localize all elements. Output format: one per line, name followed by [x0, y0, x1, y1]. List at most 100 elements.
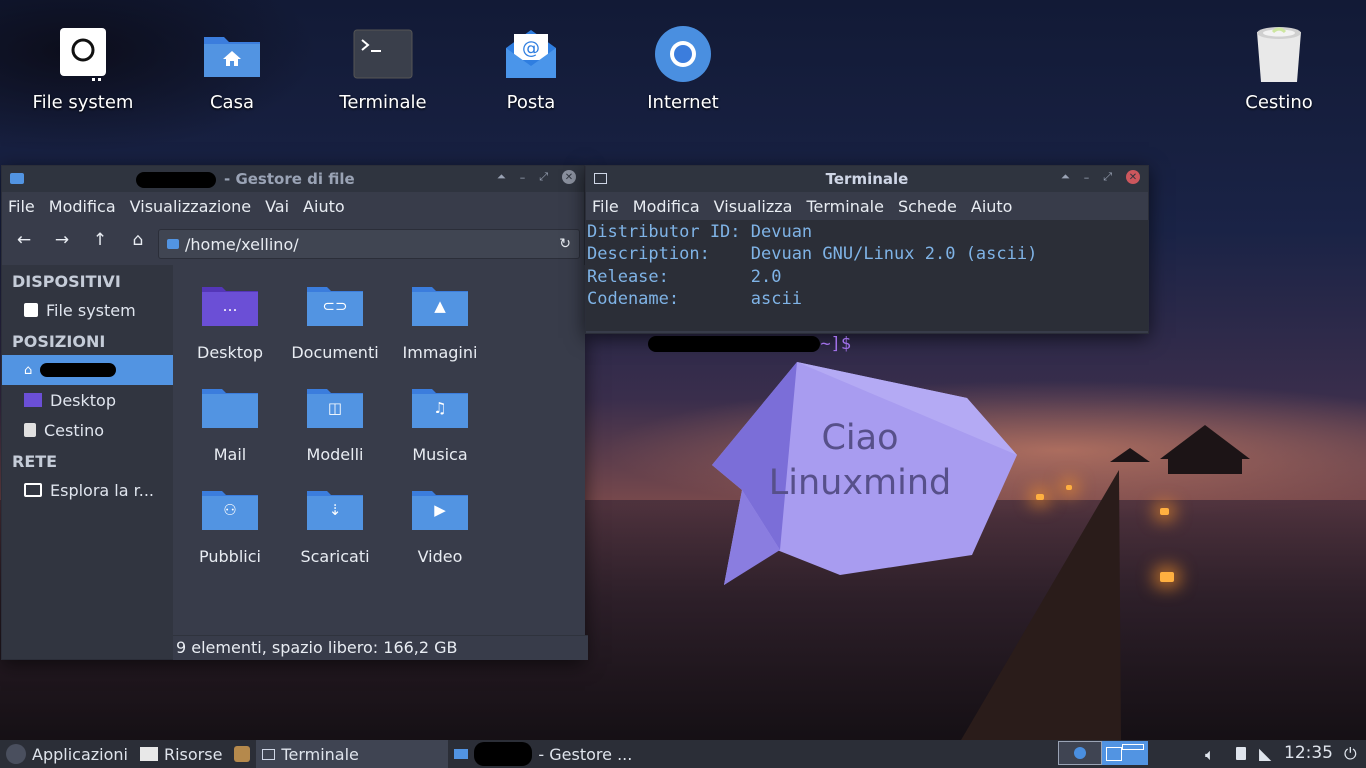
- redacted-scribble: [40, 363, 117, 377]
- bubble-line-1: Ciao: [821, 418, 899, 458]
- folder-label: Modelli: [306, 445, 364, 464]
- home-folder-icon: [167, 239, 179, 249]
- folder-label: Mail: [213, 445, 247, 464]
- folder-label: Desktop: [197, 343, 263, 362]
- desktop-icon-posta[interactable]: @ Posta: [471, 24, 591, 113]
- battery-icon[interactable]: [1236, 747, 1246, 760]
- folder-label: Scaricati: [300, 547, 370, 566]
- desktop-icon: [24, 393, 42, 407]
- launcher-icon: [234, 746, 251, 762]
- minimize-icon[interactable]: –: [520, 171, 526, 184]
- terminal-titlebar[interactable]: Terminale ⏶ – ⤢ ✕: [586, 166, 1148, 192]
- folder-item[interactable]: Mail: [175, 385, 285, 464]
- folder-item[interactable]: ⊂⊃ Documenti: [280, 283, 390, 362]
- menu-modifica[interactable]: Modifica: [49, 197, 116, 216]
- clock[interactable]: 12:35: [1284, 743, 1333, 763]
- folder-item[interactable]: ⚇ Pubblici: [175, 487, 285, 566]
- menu-visualizzazione[interactable]: Visualizzazione: [130, 197, 251, 216]
- folder-icon: ▲: [411, 283, 469, 327]
- folder-icon: [139, 747, 158, 761]
- folder-glyph: ▲: [434, 297, 446, 315]
- menu-schede[interactable]: Schede: [898, 197, 957, 216]
- file-manager-titlebar[interactable]: - Gestore di file ⏶ – ⤢ ✕: [2, 166, 584, 192]
- folder-icon: [454, 749, 469, 759]
- maximize-icon[interactable]: ⤢: [539, 170, 548, 184]
- location-bar[interactable]: /home/xellino/ ↻: [158, 229, 580, 259]
- forward-arrow-icon[interactable]: →: [50, 228, 74, 252]
- folder-glyph: ⊂⊃: [322, 297, 348, 315]
- folder-item[interactable]: ⇣ Scaricati: [280, 487, 390, 566]
- volume-icon[interactable]: 🔈︎: [1205, 745, 1215, 765]
- back-arrow-icon[interactable]: ←: [12, 228, 36, 252]
- menu-modifica[interactable]: Modifica: [633, 197, 700, 216]
- bubble-text: Ciao Linuxmind: [760, 416, 960, 506]
- desktop-icon-cestino[interactable]: Cestino: [1219, 24, 1339, 113]
- maximize-icon[interactable]: ⤢: [1103, 170, 1112, 184]
- sidebar-item-desktop[interactable]: Desktop: [2, 385, 173, 415]
- folder-glyph: ♫: [433, 399, 447, 417]
- trash-icon: [24, 423, 36, 437]
- drive-icon: [24, 303, 38, 317]
- folder-item[interactable]: ▲ Immagini: [385, 283, 495, 362]
- file-manager-window[interactable]: - Gestore di file ⏶ – ⤢ ✕ File Modifica …: [1, 165, 588, 660]
- sidebar-item-home[interactable]: ⌂: [2, 355, 173, 385]
- workspace-2[interactable]: [1102, 741, 1148, 765]
- terminal-window[interactable]: Terminale ⏶ – ⤢ ✕ File Modifica Visualiz…: [585, 165, 1149, 354]
- menu-aiuto[interactable]: Aiuto: [971, 197, 1013, 216]
- minimize-icon[interactable]: –: [1084, 171, 1090, 184]
- wallpaper-lamp: [1066, 485, 1072, 490]
- network-status-icon[interactable]: ◣: [1259, 744, 1271, 763]
- wallpaper-lamp: [1160, 572, 1174, 582]
- up-arrow-icon[interactable]: ↑: [88, 228, 112, 252]
- applications-menu-button[interactable]: Applicazioni: [0, 740, 134, 768]
- shade-icon[interactable]: ⏶: [497, 170, 506, 184]
- sidebar-item-file-system[interactable]: File system: [2, 295, 173, 325]
- folder-icon: ⇣: [306, 487, 364, 531]
- menu-vai[interactable]: Vai: [265, 197, 289, 216]
- folder-item[interactable]: … Desktop: [175, 283, 285, 362]
- shade-icon[interactable]: ⏶: [1061, 170, 1070, 184]
- taskbar-label: Applicazioni: [32, 744, 128, 764]
- terminal-line: Codename: ascii: [587, 289, 802, 310]
- desktop-icon-terminale[interactable]: Terminale: [323, 24, 443, 113]
- terminal-output[interactable]: Distributor ID: Devuan Description: Devu…: [586, 220, 1148, 354]
- desktop-icon-casa[interactable]: Casa: [172, 24, 292, 113]
- folder-item[interactable]: ▶ Video: [385, 487, 495, 566]
- drive-icon: [53, 24, 113, 84]
- menu-file[interactable]: File: [592, 197, 619, 216]
- reload-icon[interactable]: ↻: [559, 236, 571, 252]
- power-icon[interactable]: ⏻: [1344, 744, 1357, 764]
- folder-icon: ⚇: [201, 487, 259, 531]
- close-icon[interactable]: ✕: [1126, 170, 1140, 184]
- desktop-icon-internet[interactable]: Internet: [623, 24, 743, 113]
- window-thumbnail: [1106, 747, 1122, 761]
- terminal-icon: [353, 24, 413, 84]
- wallpaper-lamp: [1036, 494, 1044, 500]
- menu-visualizza[interactable]: Visualizza: [714, 197, 793, 216]
- workspace-1[interactable]: [1058, 741, 1102, 765]
- resources-button[interactable]: Risorse: [134, 740, 228, 768]
- folder-item[interactable]: ◫ Modelli: [280, 385, 390, 464]
- sidebar-item-cestino[interactable]: Cestino: [2, 415, 173, 445]
- close-icon[interactable]: ✕: [562, 170, 576, 184]
- menu-file[interactable]: File: [8, 197, 35, 216]
- menu-terminale[interactable]: Terminale: [806, 197, 883, 216]
- home-icon[interactable]: ⌂: [126, 228, 150, 252]
- folder-glyph: ⚇: [223, 501, 237, 519]
- menu-aiuto[interactable]: Aiuto: [303, 197, 345, 216]
- terminal-line: Description: Devuan GNU/Linux 2.0 (ascii…: [587, 244, 1038, 265]
- trash-icon: [1249, 24, 1309, 84]
- folder-item[interactable]: ♫ Musica: [385, 385, 495, 464]
- wallpaper-hut-small: [1110, 448, 1150, 462]
- taskbar-window-file-manager[interactable]: - Gestore ...: [448, 740, 640, 768]
- desktop-icon-file-system[interactable]: File system: [23, 24, 143, 113]
- folder-label: Musica: [412, 445, 468, 464]
- location-path: /home/xellino/: [185, 234, 299, 254]
- taskbar-window-terminale[interactable]: Terminale: [256, 740, 449, 768]
- network-icon: [24, 483, 42, 497]
- terminal-prompt: ~]$: [586, 311, 1148, 378]
- sidebar-item-network[interactable]: Esplora la r...: [2, 475, 173, 505]
- status-bar: 9 elementi, spazio libero: 166,2 GB: [173, 635, 588, 660]
- launcher-button[interactable]: [228, 740, 256, 768]
- workspace-switcher[interactable]: [1058, 741, 1148, 765]
